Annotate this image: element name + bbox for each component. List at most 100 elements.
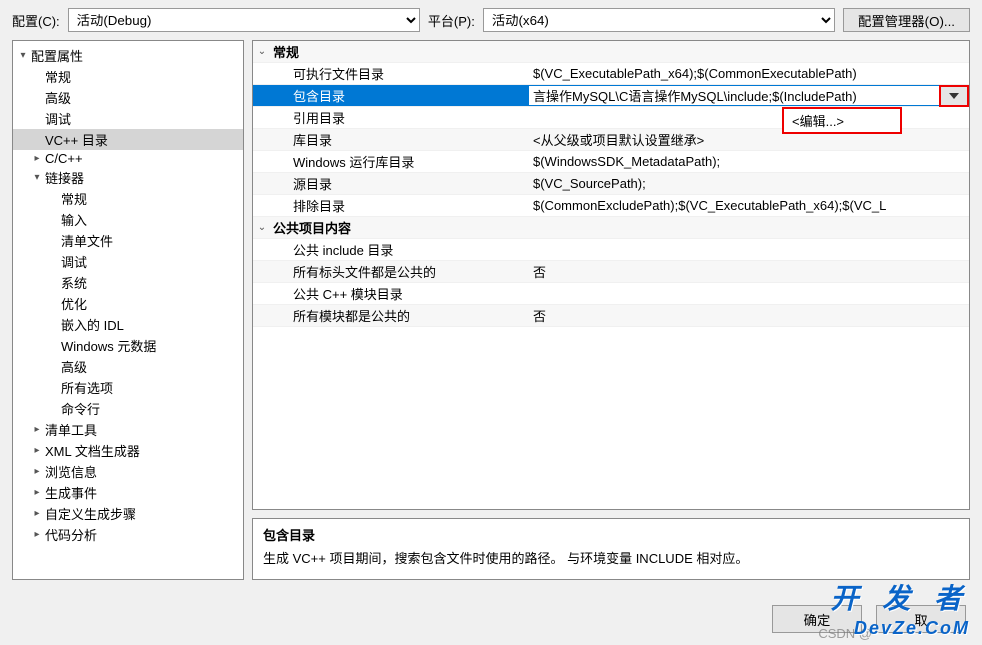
platform-select[interactable]: 活动(x64) xyxy=(483,8,835,32)
tree-item[interactable]: 常规 xyxy=(13,188,243,209)
nav-tree[interactable]: ▾配置属性常规高级调试VC++ 目录▸C/C++▾链接器常规输入清单文件调试系统… xyxy=(12,40,244,580)
tree-item[interactable]: ▸生成事件 xyxy=(13,482,243,503)
config-label: 配置(C): xyxy=(12,11,60,30)
tree-item-label: 系统 xyxy=(59,273,87,292)
property-row[interactable]: 排除目录$(CommonExcludePath);$(VC_Executable… xyxy=(253,195,969,217)
expand-icon: ▸ xyxy=(31,529,43,540)
property-grid[interactable]: ⌄常规可执行文件目录$(VC_ExecutablePath_x64);$(Com… xyxy=(252,40,970,510)
tree-item-label: 优化 xyxy=(59,294,87,313)
tree-item[interactable]: 高级 xyxy=(13,87,243,108)
config-select[interactable]: 活动(Debug) xyxy=(68,8,420,32)
tree-item-label: 高级 xyxy=(43,88,71,107)
property-name: 排除目录 xyxy=(271,196,529,215)
property-value[interactable]: $(WindowsSDK_MetadataPath); xyxy=(529,154,969,169)
tree-item-label: 嵌入的 IDL xyxy=(59,315,124,334)
tree-item[interactable]: 优化 xyxy=(13,293,243,314)
tree-item-label: 调试 xyxy=(43,109,71,128)
property-value[interactable]: $(VC_ExecutablePath_x64);$(CommonExecuta… xyxy=(529,66,969,81)
expand-icon: ▸ xyxy=(31,487,43,498)
tree-item-label: XML 文档生成器 xyxy=(43,441,140,460)
tree-item[interactable]: ▸清单工具 xyxy=(13,419,243,440)
expand-icon: ⌄ xyxy=(253,222,271,233)
property-name: 所有模块都是公共的 xyxy=(271,306,529,325)
tree-item[interactable]: Windows 元数据 xyxy=(13,335,243,356)
tree-item-label: 输入 xyxy=(59,210,87,229)
property-row[interactable]: 所有标头文件都是公共的否 xyxy=(253,261,969,283)
description-panel: 包含目录 生成 VC++ 项目期间，搜索包含文件时使用的路径。 与环境变量 IN… xyxy=(252,518,970,580)
expand-icon: ⌄ xyxy=(253,46,271,57)
property-row[interactable]: 公共 include 目录 xyxy=(253,239,969,261)
config-manager-button[interactable]: 配置管理器(O)... xyxy=(843,8,970,32)
tree-item[interactable]: ▾链接器 xyxy=(13,167,243,188)
property-value[interactable]: $(VC_SourcePath); xyxy=(529,176,969,191)
tree-item[interactable]: 清单文件 xyxy=(13,230,243,251)
tree-item[interactable]: 系统 xyxy=(13,272,243,293)
expand-icon: ▸ xyxy=(31,153,43,164)
property-row[interactable]: 所有模块都是公共的否 xyxy=(253,305,969,327)
property-value[interactable]: 否 xyxy=(529,306,969,325)
dropdown-button[interactable] xyxy=(939,85,969,107)
expand-icon: ▸ xyxy=(31,424,43,435)
tree-item[interactable]: 嵌入的 IDL xyxy=(13,314,243,335)
expand-icon: ▾ xyxy=(17,50,29,61)
property-row[interactable]: 可执行文件目录$(VC_ExecutablePath_x64);$(Common… xyxy=(253,63,969,85)
tree-item-label: 清单文件 xyxy=(59,231,113,250)
expand-icon: ▾ xyxy=(31,172,43,183)
cancel-button[interactable]: 取 xyxy=(876,605,966,633)
property-name: 常规 xyxy=(271,42,529,61)
property-name: 公共项目内容 xyxy=(271,218,529,237)
tree-item-label: 所有选项 xyxy=(59,378,113,397)
tree-item[interactable]: ▸XML 文档生成器 xyxy=(13,440,243,461)
ok-button[interactable]: 确定 xyxy=(772,605,862,633)
tree-item[interactable]: 调试 xyxy=(13,251,243,272)
tree-item-label: 链接器 xyxy=(43,168,84,187)
tree-item-label: 代码分析 xyxy=(43,525,97,544)
property-value[interactable]: <从父级或项目默认设置继承> xyxy=(529,130,969,149)
tree-item-label: 调试 xyxy=(59,252,87,271)
tree-item-label: Windows 元数据 xyxy=(59,336,156,355)
property-name: 库目录 xyxy=(271,130,529,149)
description-title: 包含目录 xyxy=(263,525,959,544)
tree-item-label: 命令行 xyxy=(59,399,100,418)
tree-item[interactable]: 命令行 xyxy=(13,398,243,419)
expand-icon: ▸ xyxy=(31,508,43,519)
property-row[interactable]: ⌄常规 xyxy=(253,41,969,63)
edit-popup[interactable]: <编辑...> xyxy=(782,107,902,134)
tree-item[interactable]: 调试 xyxy=(13,108,243,129)
expand-icon: ▸ xyxy=(31,466,43,477)
tree-item-label: 自定义生成步骤 xyxy=(43,504,136,523)
property-name: 公共 C++ 模块目录 xyxy=(271,284,529,303)
property-name: 包含目录 xyxy=(271,86,529,105)
property-value[interactable]: 言操作MySQL\C语言操作MySQL\include;$(IncludePat… xyxy=(529,86,969,105)
property-row[interactable]: Windows 运行库目录$(WindowsSDK_MetadataPath); xyxy=(253,151,969,173)
property-row[interactable]: 源目录$(VC_SourcePath); xyxy=(253,173,969,195)
tree-item[interactable]: ▸代码分析 xyxy=(13,524,243,545)
property-row[interactable]: 公共 C++ 模块目录 xyxy=(253,283,969,305)
tree-item[interactable]: ▸自定义生成步骤 xyxy=(13,503,243,524)
property-value[interactable]: 否 xyxy=(529,262,969,281)
tree-item[interactable]: ▸C/C++ xyxy=(13,150,243,167)
expand-icon: ▸ xyxy=(31,445,43,456)
tree-item-label: 常规 xyxy=(59,189,87,208)
tree-item[interactable]: 所有选项 xyxy=(13,377,243,398)
property-name: 可执行文件目录 xyxy=(271,64,529,83)
tree-item-label: 浏览信息 xyxy=(43,462,97,481)
tree-item[interactable]: 常规 xyxy=(13,66,243,87)
chevron-down-icon xyxy=(949,93,959,99)
tree-item-label: 清单工具 xyxy=(43,420,97,439)
tree-item-label: 高级 xyxy=(59,357,87,376)
property-name: 所有标头文件都是公共的 xyxy=(271,262,529,281)
property-name: 源目录 xyxy=(271,174,529,193)
tree-item[interactable]: VC++ 目录 xyxy=(13,129,243,150)
tree-item[interactable]: 高级 xyxy=(13,356,243,377)
tree-item-label: C/C++ xyxy=(43,151,83,166)
platform-label: 平台(P): xyxy=(428,11,475,30)
property-value[interactable]: $(CommonExcludePath);$(VC_ExecutablePath… xyxy=(529,198,969,213)
tree-item[interactable]: ▸浏览信息 xyxy=(13,461,243,482)
tree-item[interactable]: ▾配置属性 xyxy=(13,45,243,66)
property-row[interactable]: ⌄公共项目内容 xyxy=(253,217,969,239)
property-row[interactable]: 包含目录言操作MySQL\C语言操作MySQL\include;$(Includ… xyxy=(253,85,969,107)
property-name: 引用目录 xyxy=(271,108,529,127)
tree-item-label: 配置属性 xyxy=(29,46,83,65)
tree-item[interactable]: 输入 xyxy=(13,209,243,230)
